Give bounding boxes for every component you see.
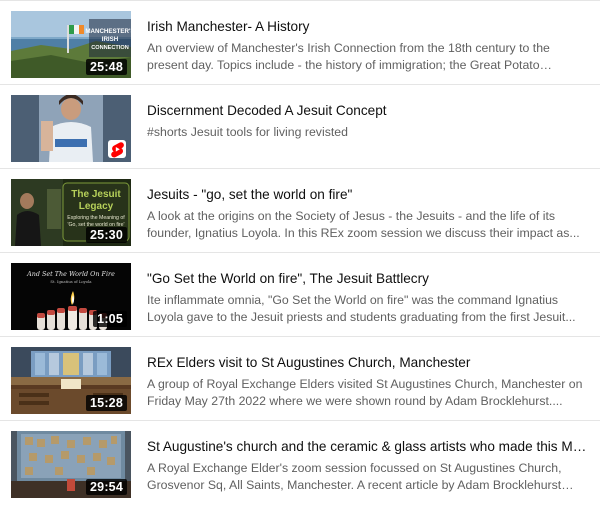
svg-text:Legacy: Legacy — [79, 201, 114, 212]
video-description: A look at the origins on the Society of … — [147, 209, 580, 240]
svg-text:Exploring the Meaning of: Exploring the Meaning of — [67, 215, 125, 221]
video-row[interactable]: 15:28 REx Elders visit to St Augustines … — [0, 337, 600, 421]
video-description: #shorts Jesuit tools for living revisted — [147, 125, 348, 139]
video-description: Ite inflammate omnia, "Go Set the World … — [147, 293, 576, 324]
svg-text:The Jesuit: The Jesuit — [71, 189, 121, 200]
svg-text:And Set The World On Fire: And Set The World On Fire — [26, 270, 115, 278]
svg-text:IRISH: IRISH — [102, 36, 119, 43]
video-title[interactable]: Irish Manchester- A History — [147, 18, 591, 35]
video-row[interactable]: MANCHESTER'S IRISH CONNECTION 25:48 Iris… — [0, 1, 600, 85]
svg-text:St. Ignatius of Loyola: St. Ignatius of Loyola — [50, 279, 92, 284]
video-thumbnail[interactable]: The Jesuit Legacy Exploring the Meaning … — [11, 179, 131, 246]
youtube-shorts-icon — [108, 140, 126, 158]
video-list: MANCHESTER'S IRISH CONNECTION 25:48 Iris… — [0, 0, 600, 513]
video-thumbnail[interactable]: MANCHESTER'S IRISH CONNECTION 25:48 — [11, 11, 131, 78]
video-row[interactable]: And Set The World On Fire St. Ignatius o… — [0, 253, 600, 337]
svg-text:MANCHESTER'S: MANCHESTER'S — [85, 28, 131, 35]
duration-badge: 25:48 — [86, 59, 127, 75]
duration-badge: 1:05 — [93, 311, 127, 327]
video-description: A Royal Exchange Elder's zoom session fo… — [147, 461, 562, 492]
video-thumbnail[interactable] — [11, 95, 131, 162]
video-title[interactable]: Discernment Decoded A Jesuit Concept — [147, 102, 591, 119]
duration-badge: 15:28 — [86, 395, 127, 411]
duration-badge: 25:30 — [86, 227, 127, 243]
video-description: An overview of Manchester's Irish Connec… — [147, 41, 550, 72]
video-row[interactable]: 29:54 St Augustine's church and the cera… — [0, 421, 600, 505]
video-row[interactable]: Discernment Decoded A Jesuit Concept #sh… — [0, 85, 600, 169]
video-title[interactable]: St Augustine's church and the ceramic & … — [147, 438, 591, 455]
duration-badge: 29:54 — [86, 479, 127, 495]
video-title[interactable]: "Go Set the World on fire", The Jesuit B… — [147, 270, 591, 287]
video-title[interactable]: Jesuits - "go, set the world on fire" — [147, 186, 591, 203]
video-thumbnail[interactable]: 15:28 — [11, 347, 131, 414]
video-row[interactable]: The Jesuit Legacy Exploring the Meaning … — [0, 169, 600, 253]
video-title[interactable]: REx Elders visit to St Augustines Church… — [147, 354, 591, 371]
video-thumbnail[interactable]: 29:54 — [11, 431, 131, 498]
video-description: A group of Royal Exchange Elders visited… — [147, 377, 583, 408]
svg-text:CONNECTION: CONNECTION — [91, 45, 129, 51]
video-thumbnail[interactable]: And Set The World On Fire St. Ignatius o… — [11, 263, 131, 330]
